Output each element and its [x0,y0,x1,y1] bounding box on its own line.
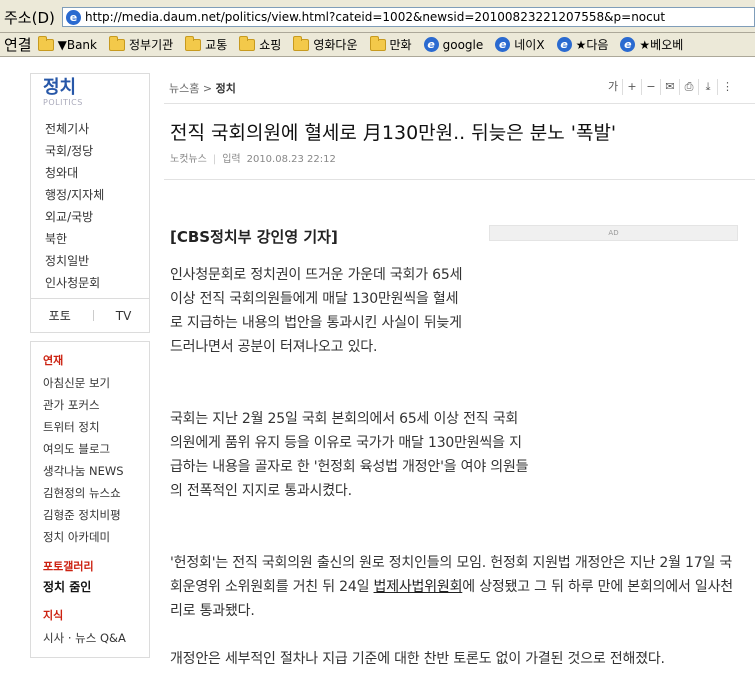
address-label: 주소(D) [4,9,55,27]
link-bestofbest[interactable]: e ★베오베 [620,36,683,53]
menu-hearings[interactable]: 인사청문회 [31,272,149,294]
breadcrumb-home[interactable]: 뉴스홈 [169,82,199,95]
link-government[interactable]: 정부기관 [108,35,173,53]
folder-icon [37,35,54,51]
knowledge-block: 지식 시사 · 뉴스 Q&A [43,607,149,649]
ad-banner[interactable]: AD [489,225,738,241]
menu-all-articles[interactable]: 전체기사 [31,118,149,140]
folder-icon [293,35,310,51]
url-text[interactable]: http://media.daum.net/politics/view.html… [85,10,665,24]
section-nav: 정치 POLITICS 전체기사 국회/정당 청와대 행정/지자체 외교/국방 … [30,73,150,333]
series-item[interactable]: 아침신문 보기 [43,372,149,394]
series-item[interactable]: 트위터 정치 [43,416,149,438]
series-item[interactable]: 생각나눔 NEWS [43,460,149,482]
article-paragraph: 국회는 지난 2월 25일 국회 본회의에서 65세 이상 전직 국회의원에게 … [170,411,529,499]
ie-icon: e [556,37,572,52]
web-page: 정치 POLITICS 전체기사 국회/정당 청와대 행정/지자체 외교/국방 … [0,57,755,699]
article-date: 2010.08.23 22:12 [246,154,336,165]
link-daum[interactable]: e ★다음 [556,36,608,53]
article-source[interactable]: 노컷뉴스 [170,154,207,165]
link-naver[interactable]: e 네이X [495,36,545,53]
folder-icon [239,35,256,51]
knowledge-link[interactable]: 시사 · 뉴스 Q&A [43,627,149,649]
photo-tv-row: 포토 TV [31,298,149,332]
section-title[interactable]: 정치 [43,78,137,98]
series-item[interactable]: 여의도 블로그 [43,438,149,460]
ie-icon: e [495,37,511,52]
breadcrumb-section[interactable]: 정치 [216,82,236,95]
ie-icon: e [620,37,636,52]
url-input[interactable]: e http://media.daum.net/politics/view.ht… [62,7,755,27]
series-item[interactable]: 김형준 정치비평 [43,504,149,526]
folder-icon [108,35,125,51]
link-traffic[interactable]: 교통 [185,35,227,53]
divider [92,310,94,321]
breadcrumb-separator: > [199,82,216,95]
knowledge-heading: 지식 [43,609,64,622]
ie-icon: e [423,37,439,52]
folder-icon [369,35,386,51]
folder-icon [185,35,202,51]
link-google[interactable]: e google [423,37,483,52]
print-icon[interactable]: ⎙ [680,79,699,95]
email-icon[interactable]: ✉ [661,79,680,95]
article-paragraph: 개정안은 세부적인 절차나 지급 기준에 대한 찬반 토론도 없이 가결된 것으… [170,651,665,667]
input-label: 입력 [222,154,241,165]
link-bank[interactable]: ▼Bank [37,35,97,52]
series-item[interactable]: 관가 포커스 [43,394,149,416]
zoom-in-icon[interactable]: + [623,79,642,95]
links-label: 연결 [4,36,32,54]
breadcrumb: 뉴스홈 > 정치 [169,80,236,96]
menu-diplomacy[interactable]: 외교/국방 [31,206,149,228]
section-subtitle: POLITICS [43,98,83,107]
series-item[interactable]: 김현정의 뉴스쇼 [43,482,149,504]
series-box: 연재 아침신문 보기 관가 포커스 트위터 정치 여의도 블로그 생각나눔 NE… [30,341,150,658]
zoom-out-icon[interactable]: − [642,79,661,95]
gallery-link[interactable]: 정치 줌인 [43,578,149,595]
header-divider [164,103,755,104]
article-meta: 노컷뉴스 | 입력 2010.08.23 22:12 [170,150,342,165]
link-movies[interactable]: 영화다운 [293,35,358,53]
menu-assembly[interactable]: 국회/정당 [31,140,149,162]
more-icon[interactable]: ⋮ [718,79,737,95]
article-title: 전직 국회의원에 혈세로 月130만원.. 뒤늦은 분노 '폭발' [170,122,617,144]
link-comics[interactable]: 만화 [369,35,412,53]
section-header: 정치 POLITICS [31,74,149,112]
menu-north-korea[interactable]: 북한 [31,228,149,250]
series-item[interactable]: 정치 아카데미 [43,526,149,548]
article-tools: 가 + − ✉ ⎙ ⤓ ⋮ [604,79,737,95]
menu-blue-house[interactable]: 청와대 [31,162,149,184]
photo-link[interactable]: 포토 [49,307,71,324]
left-sidebar: 정치 POLITICS 전체기사 국회/정당 청와대 행정/지자체 외교/국방 … [30,73,150,658]
article-paragraph: 인사청문회로 정치권이 뜨거운 가운데 국회가 65세 이상 전직 국회의원들에… [170,267,463,355]
save-icon[interactable]: ⤓ [699,79,718,95]
links-toolbar: 연결 ▼Bank 정부기관 교통 쇼핑 영화다운 만화 e google e 네이X… [0,33,755,57]
address-bar: 주소(D) e http://media.daum.net/politics/v… [0,0,755,33]
legislation-committee-link[interactable]: 법제사법위원회 [374,579,463,595]
photo-gallery-block: 포토갤러리 정치 줌인 [43,558,149,595]
article-byline: [CBS정치부 강인영 기자] [170,228,338,246]
series-heading: 연재 [43,354,64,367]
meta-separator: | [212,154,217,165]
ie-page-icon: e [66,9,81,25]
article-paragraph: '헌정회'는 전직 국회의원 출신의 원로 정치인들의 모임. 헌정회 지원법 … [170,551,742,623]
menu-politics-general[interactable]: 정치일반 [31,250,149,272]
font-size-icon[interactable]: 가 [604,79,623,95]
section-menu: 전체기사 국회/정당 청와대 행정/지자체 외교/국방 북한 정치일반 인사청문… [31,112,149,298]
meta-divider [164,179,755,180]
menu-administration[interactable]: 행정/지자체 [31,184,149,206]
gallery-heading: 포토갤러리 [43,560,94,573]
tv-link[interactable]: TV [116,309,132,323]
link-shopping[interactable]: 쇼핑 [239,35,281,53]
